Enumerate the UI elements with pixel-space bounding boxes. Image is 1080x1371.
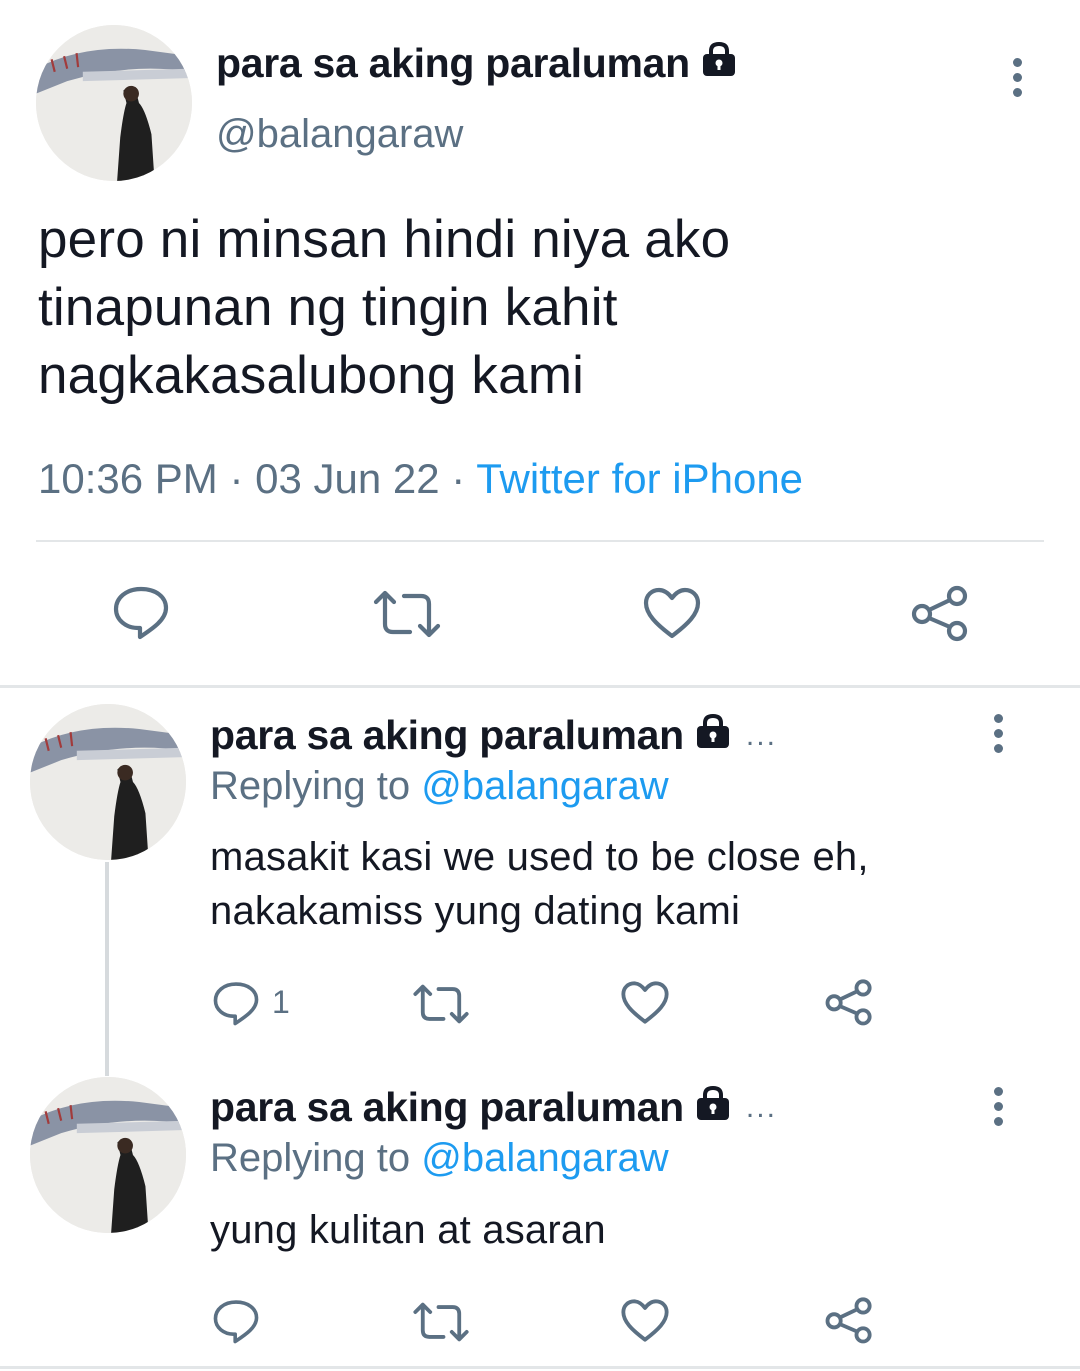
display-name-text: para sa aking paraluman: [216, 40, 690, 86]
divider: [0, 685, 1080, 688]
reply-icon[interactable]: [112, 584, 170, 640]
tweet-text-line: nagkakasalubong kami: [38, 346, 585, 405]
tweet-text-line: pero ni minsan hindi niya ako: [38, 210, 731, 269]
reply-text-line: nakakamiss yung dating kami: [210, 889, 741, 933]
replying-to: Replying to @balangaraw: [210, 1136, 669, 1181]
tweet-source-link[interactable]: Twitter for iPhone: [476, 455, 803, 502]
lock-icon: [700, 40, 738, 87]
like-icon[interactable]: [620, 980, 670, 1025]
retweet-icon[interactable]: [412, 1302, 470, 1342]
retweet-icon[interactable]: [372, 590, 442, 638]
separator: ·: [229, 455, 244, 502]
avatar[interactable]: [36, 25, 192, 181]
more-options-icon[interactable]: [990, 1087, 1006, 1126]
reply-text: masakit kasi we used to be close eh, nak…: [210, 830, 1050, 938]
like-icon[interactable]: [620, 1298, 670, 1343]
divider: [36, 540, 1044, 542]
truncation-ellipsis: ...: [745, 718, 777, 752]
display-name-text: para sa aking paraluman: [210, 712, 684, 758]
more-options-icon[interactable]: [1009, 58, 1025, 97]
replying-to-prefix: Replying to: [210, 1136, 411, 1180]
share-icon[interactable]: [910, 584, 970, 642]
tweet-meta: 10:36 PM · 03 Jun 22 · Twitter for iPhon…: [38, 455, 803, 503]
display-name[interactable]: para sa aking paraluman: [216, 40, 738, 87]
avatar[interactable]: [30, 1077, 186, 1233]
truncation-ellipsis: ...: [745, 1090, 777, 1124]
reply-display-name[interactable]: para sa aking paraluman ...: [210, 712, 777, 759]
separator: ·: [451, 455, 466, 502]
thread-line: [105, 862, 109, 1076]
share-icon[interactable]: [824, 978, 874, 1026]
tweet-text: pero ni minsan hindi niya ako tinapunan …: [38, 206, 1038, 410]
replying-to: Replying to @balangaraw: [210, 764, 669, 809]
display-name-text: para sa aking paraluman: [210, 1084, 684, 1130]
more-options-icon[interactable]: [990, 714, 1006, 753]
lock-icon: [694, 1084, 732, 1131]
tweet-date: 03 Jun 22: [255, 455, 440, 502]
share-icon[interactable]: [824, 1296, 874, 1344]
mention-link[interactable]: @balangaraw: [421, 764, 668, 808]
handle[interactable]: @balangaraw: [216, 112, 463, 157]
reply-display-name[interactable]: para sa aking paraluman ...: [210, 1084, 777, 1131]
mention-link[interactable]: @balangaraw: [421, 1136, 668, 1180]
retweet-icon[interactable]: [412, 984, 470, 1024]
lock-icon: [694, 712, 732, 759]
reply-text-line: masakit kasi we used to be close eh,: [210, 835, 869, 879]
like-icon[interactable]: [642, 586, 702, 640]
tweet-text-line: tinapunan ng tingin kahit: [38, 278, 618, 337]
divider: [0, 1366, 1080, 1369]
reply-text-line: yung kulitan at asaran: [210, 1208, 606, 1252]
avatar[interactable]: [30, 704, 186, 860]
reply-icon[interactable]: [212, 980, 260, 1026]
reply-count: 1: [272, 984, 290, 1020]
reply-text: yung kulitan at asaran: [210, 1203, 1050, 1257]
replying-to-prefix: Replying to: [210, 764, 411, 808]
reply-icon[interactable]: [212, 1298, 260, 1344]
tweet-time: 10:36 PM: [38, 455, 218, 502]
